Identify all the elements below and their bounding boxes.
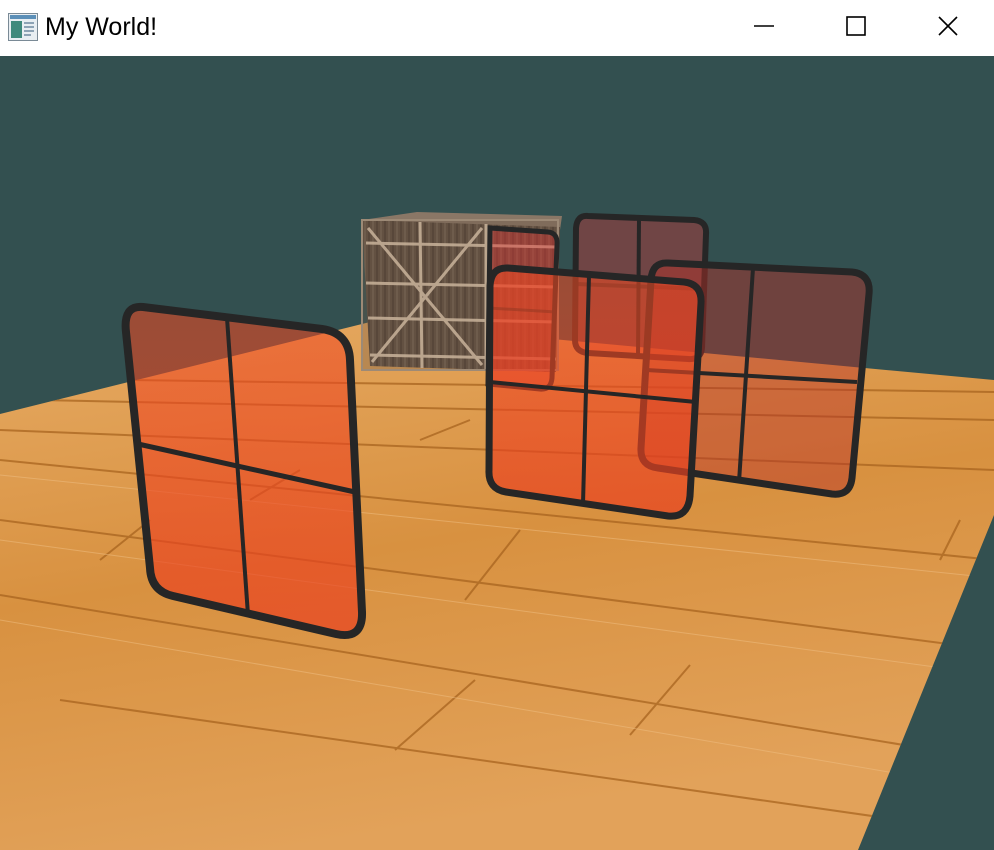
maximize-icon — [845, 15, 867, 42]
minimize-button[interactable] — [718, 0, 810, 56]
glass-window-center — [485, 264, 705, 520]
close-button[interactable] — [902, 0, 994, 56]
title-bar[interactable]: My World! — [0, 0, 994, 56]
app-window-icon[interactable] — [8, 13, 38, 41]
window-title: My World! — [45, 13, 158, 41]
app-window: My World! — [0, 0, 994, 850]
glass-window-front-left — [121, 302, 367, 639]
close-icon — [937, 15, 959, 42]
maximize-button[interactable] — [810, 0, 902, 56]
minimize-icon — [753, 15, 775, 42]
render-viewport[interactable] — [0, 56, 994, 850]
